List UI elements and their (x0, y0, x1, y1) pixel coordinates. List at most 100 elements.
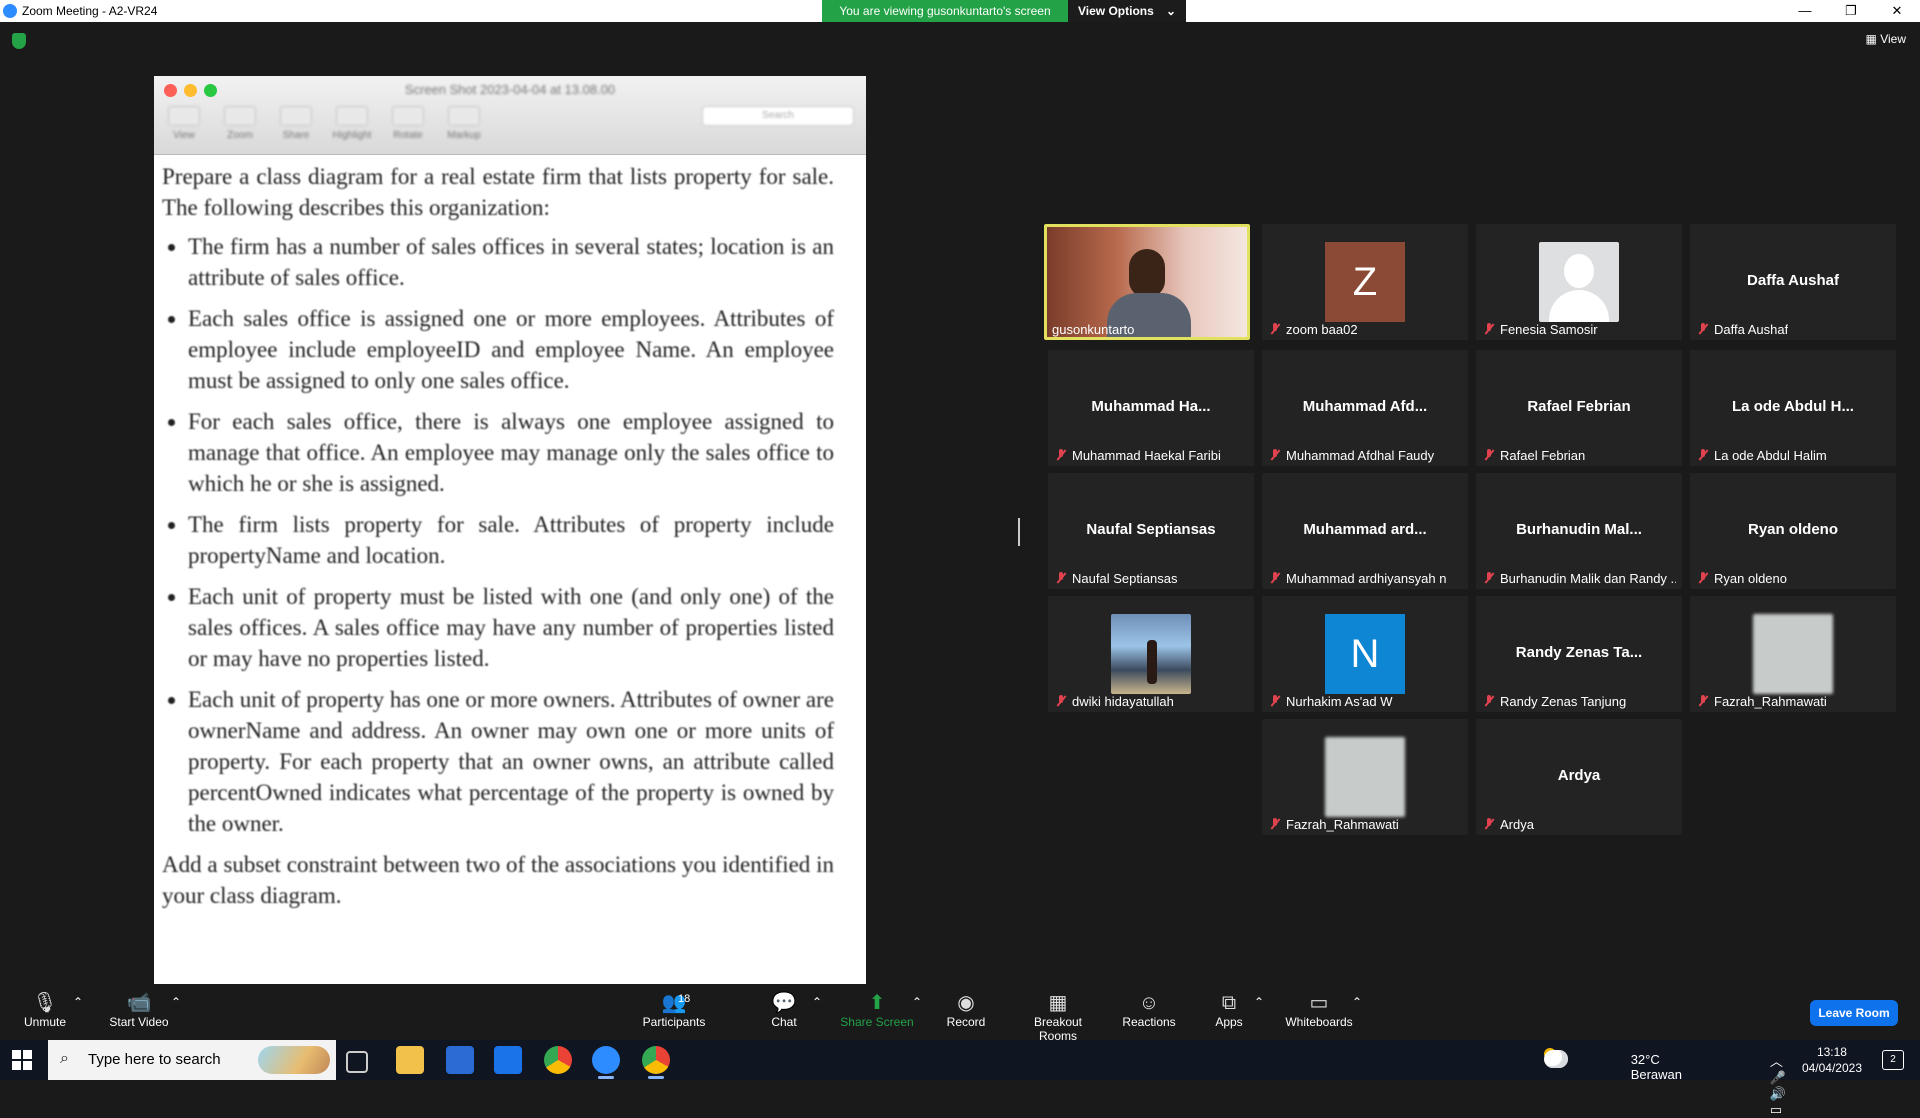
file-explorer-icon[interactable] (396, 1046, 424, 1074)
mic-muted-icon (1270, 695, 1280, 707)
mic-muted-icon (1056, 572, 1066, 584)
participant-tile[interactable]: Z zoom baa02 (1262, 224, 1468, 340)
profile-photo (1325, 737, 1405, 817)
view-options-button[interactable]: View Options ⌄ (1068, 0, 1186, 22)
participant-video (1047, 227, 1247, 337)
participant-tile[interactable]: Ryan oldeno Ryan oldeno (1690, 473, 1896, 589)
participant-tile[interactable]: Fazrah_Rahmawati (1262, 719, 1468, 835)
chrome-icon[interactable] (544, 1046, 572, 1074)
leave-room-button[interactable]: Leave Room (1810, 1000, 1898, 1026)
grid-icon: ▦ (1865, 32, 1877, 46)
profile-photo (1111, 614, 1191, 694)
document-bullet: Each unit of property has one or more ow… (188, 684, 834, 839)
viewer-tool-markup: Markup (444, 106, 484, 141)
meeting-control-bar: 🎙 Unmute ⌃ 📹 Start Video ⌃ 👥 18 Particip… (0, 985, 1920, 1043)
video-options-caret-icon[interactable]: ⌃ (171, 995, 181, 1009)
viewer-tool-view: View (164, 106, 204, 141)
mic-muted-icon: 🎙 (32, 992, 58, 1014)
mail-icon[interactable] (494, 1046, 522, 1074)
apps-button[interactable]: ⧉ Apps (1214, 991, 1244, 1029)
weather-cloud-icon (1544, 1050, 1568, 1068)
security-shield-icon[interactable] (12, 33, 26, 49)
weather-text[interactable]: 32°C Berawan (1631, 1052, 1682, 1082)
microsoft-store-icon[interactable] (446, 1046, 474, 1074)
mic-muted-icon (1484, 449, 1494, 461)
document-bullet: Each sales office is assigned one or mor… (188, 303, 834, 396)
mic-muted-icon (1698, 323, 1708, 335)
mic-muted-icon (1698, 695, 1708, 707)
close-button[interactable]: ✕ (1874, 0, 1920, 22)
participant-display-name: Muhammad ard... (1303, 521, 1427, 538)
participant-tile[interactable]: N Nurhakim As'ad W (1262, 596, 1468, 712)
participant-label: Nurhakim As'ad W (1270, 694, 1393, 709)
participant-tile[interactable]: dwiki hidayatullah (1048, 596, 1254, 712)
windows-start-icon[interactable] (12, 1050, 32, 1070)
participant-display-name: Naufal Septiansas (1086, 521, 1216, 538)
participant-tile[interactable]: Rafael Febrian Rafael Febrian (1476, 350, 1682, 466)
mic-muted-icon (1698, 449, 1708, 461)
taskbar-search[interactable]: ⌕ Type here to search (48, 1040, 336, 1080)
minimize-button[interactable]: — (1782, 0, 1828, 22)
breakout-rooms-button[interactable]: ▦ Breakout Rooms (1014, 991, 1102, 1043)
taskbar-clock[interactable]: 13:18 04/04/2023 (1802, 1044, 1862, 1076)
participant-tile-active[interactable]: gusonkuntarto (1044, 224, 1250, 340)
audio-options-caret-icon[interactable]: ⌃ (73, 995, 83, 1009)
record-button[interactable]: ◉ Record (946, 991, 986, 1029)
reactions-button[interactable]: ☺ Reactions (1122, 991, 1176, 1029)
whiteboards-options-caret-icon[interactable]: ⌃ (1352, 995, 1362, 1009)
record-icon: ◉ (957, 992, 975, 1014)
participant-label: Daffa Aushaf (1698, 322, 1788, 337)
view-layout-button[interactable]: ▦ View (1866, 32, 1906, 46)
participant-label: La ode Abdul Halim (1698, 448, 1827, 463)
document-intro: Prepare a class diagram for a real estat… (162, 164, 834, 220)
share-screen-button[interactable]: ⬆ Share Screen (840, 991, 914, 1029)
task-view-icon[interactable] (346, 1051, 368, 1073)
participant-label: Burhanudin Malik dan Randy ... (1484, 571, 1676, 586)
video-off-icon: 📹 (126, 992, 152, 1014)
participant-tile[interactable]: Fenesia Samosir (1476, 224, 1682, 340)
chat-button[interactable]: 💬 Chat (768, 991, 800, 1029)
shared-screen: Screen Shot 2023-04-04 at 13.08.00 View … (154, 76, 866, 984)
windows-taskbar: ⌕ Type here to search 32°C Berawan ︿ 🎤 🔊… (0, 1040, 1920, 1117)
panel-splitter-handle[interactable] (1018, 518, 1020, 546)
mic-muted-icon (1056, 449, 1066, 461)
tray-icons[interactable]: ︿ 🎤 🔊 ▭ (1770, 1051, 1794, 1118)
window-title: Zoom Meeting - A2-VR24 (22, 4, 158, 18)
participant-label: Naufal Septiansas (1056, 571, 1178, 586)
document-bullet: The firm has a number of sales offices i… (188, 231, 834, 293)
participant-tile[interactable]: Daffa Aushaf Daffa Aushaf (1690, 224, 1896, 340)
participants-button[interactable]: 👥 18 Participants (640, 991, 708, 1029)
start-video-button[interactable]: 📹 Start Video (106, 991, 172, 1029)
restore-button[interactable]: ❐ (1828, 0, 1874, 22)
unmute-button[interactable]: 🎙 Unmute (22, 991, 68, 1029)
mic-muted-icon (1484, 323, 1494, 335)
participant-tile[interactable]: La ode Abdul H... La ode Abdul Halim (1690, 350, 1896, 466)
participant-display-name: Rafael Febrian (1527, 398, 1631, 415)
share-screen-icon: ⬆ (868, 992, 886, 1014)
share-options-caret-icon[interactable]: ⌃ (912, 995, 922, 1009)
chat-options-caret-icon[interactable]: ⌃ (812, 995, 822, 1009)
whiteboards-button[interactable]: ▭ Whiteboards (1284, 991, 1354, 1029)
document-bullet: The firm lists property for sale. Attrib… (188, 509, 834, 571)
participant-tile[interactable]: Burhanudin Mal... Burhanudin Malik dan R… (1476, 473, 1682, 589)
participant-tile[interactable]: Fazrah_Rahmawati (1690, 596, 1896, 712)
chrome-profile-icon[interactable] (642, 1046, 670, 1079)
profile-photo (1753, 614, 1833, 694)
participant-tile[interactable]: Naufal Septiansas Naufal Septiansas (1048, 473, 1254, 589)
mic-muted-icon (1698, 572, 1708, 584)
participant-tile[interactable]: Ardya Ardya (1476, 719, 1682, 835)
participant-tile[interactable]: Randy Zenas Ta... Randy Zenas Tanjung (1476, 596, 1682, 712)
zoom-taskbar-icon[interactable] (592, 1046, 620, 1079)
participant-label: Randy Zenas Tanjung (1484, 694, 1626, 709)
document-bullet: For each sales office, there is always o… (188, 406, 834, 499)
participant-display-name: Ryan oldeno (1747, 521, 1838, 538)
notification-center-icon[interactable]: 2 (1882, 1050, 1904, 1070)
viewer-toolbar-items: View Zoom Share Highlight Rotate Markup (164, 106, 484, 141)
mic-muted-icon (1484, 572, 1494, 584)
clock-date: 04/04/2023 (1801, 1061, 1862, 1075)
participant-tile[interactable]: Muhammad Ha... Muhammad Haekal Faribi (1048, 350, 1254, 466)
chevron-down-icon: ⌄ (1165, 4, 1176, 18)
apps-options-caret-icon[interactable]: ⌃ (1254, 995, 1264, 1009)
participant-tile[interactable]: Muhammad ard... Muhammad ardhiyansyah n (1262, 473, 1468, 589)
participant-tile[interactable]: Muhammad Afd... Muhammad Afdhal Faudy (1262, 350, 1468, 466)
